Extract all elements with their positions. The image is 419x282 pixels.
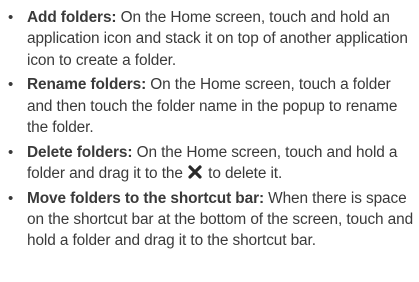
close-x-icon xyxy=(188,165,202,179)
bullet: • xyxy=(8,189,14,207)
list-item-delete-folders: • Delete folders: On the Home screen, to… xyxy=(0,142,419,185)
term-move-folders: Move folders to the shortcut bar: xyxy=(27,189,264,207)
folder-instructions-list: • Add folders: On the Home screen, touch… xyxy=(0,7,419,255)
list-item-rename-folders: • Rename folders: On the Home screen, to… xyxy=(0,74,419,138)
description-delete-folders-after: to delete it. xyxy=(203,165,283,183)
term-rename-folders: Rename folders: xyxy=(27,76,147,94)
list-item-add-folders: • Add folders: On the Home screen, touch… xyxy=(0,7,419,71)
list-item-move-folders: • Move folders to the shortcut bar: When… xyxy=(0,188,419,252)
bullet: • xyxy=(8,143,14,161)
document-page: • Add folders: On the Home screen, touch… xyxy=(0,0,419,282)
bullet: • xyxy=(8,9,14,26)
bullet: • xyxy=(8,76,14,94)
term-delete-folders: Delete folders: xyxy=(27,143,133,161)
term-add-folders: Add folders: xyxy=(27,9,117,26)
